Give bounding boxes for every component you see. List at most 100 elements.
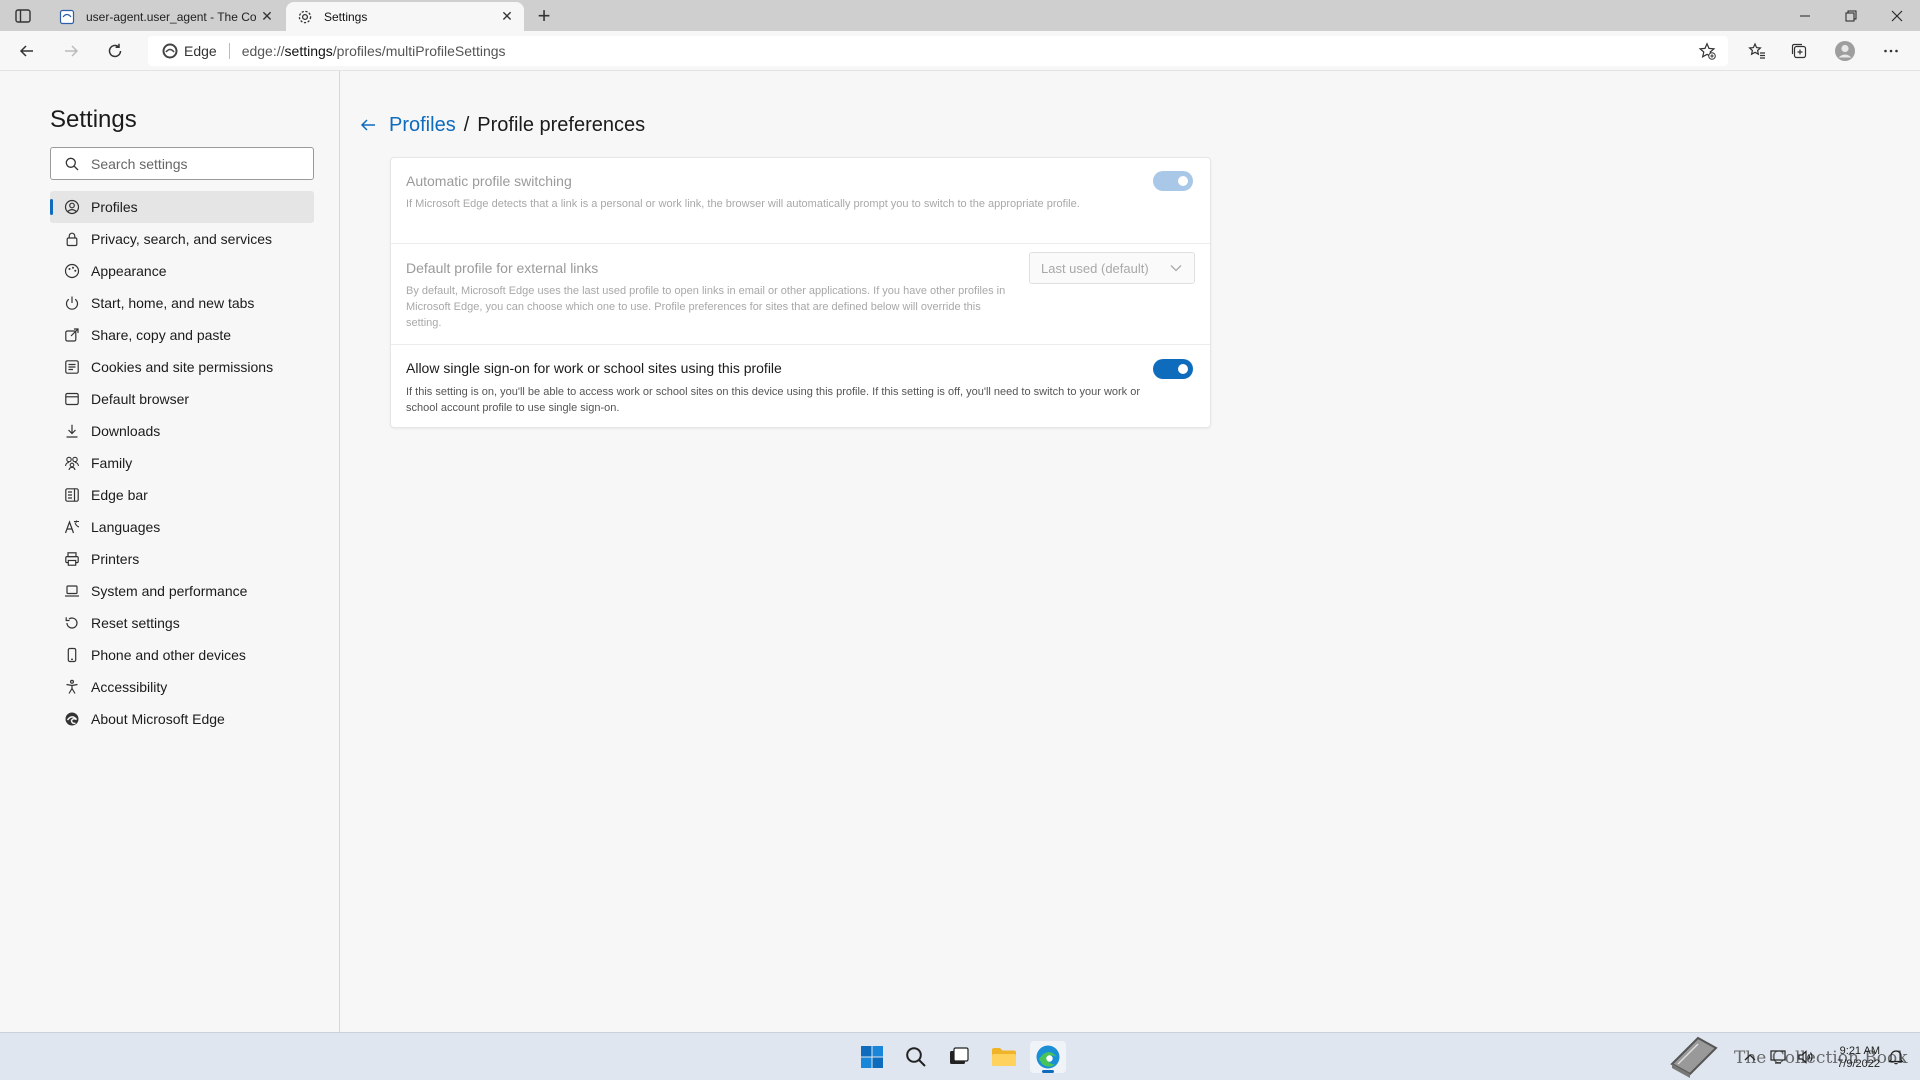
share-icon (63, 326, 81, 344)
url-prefix: edge:// (241, 43, 285, 59)
browser-toolbar: Edge edge://settings/profiles/multiProfi… (0, 31, 1920, 71)
tab-actions-icon[interactable] (14, 7, 32, 25)
search-icon[interactable] (898, 1041, 934, 1073)
sidebar-item-privacy[interactable]: Privacy, search, and services (50, 223, 314, 255)
sidebar-item-label: Languages (91, 519, 161, 535)
sidebar-nav: Profiles Privacy, search, and services A… (50, 191, 314, 735)
sidebar-item-label: Profiles (91, 199, 138, 215)
site-identity[interactable]: Edge (162, 43, 217, 59)
settings-card: Automatic profile switching If Microsoft… (390, 157, 1211, 428)
setting-description: If Microsoft Edge detects that a link is… (406, 198, 1080, 210)
laptop-icon (63, 582, 81, 600)
back-button[interactable] (12, 37, 42, 65)
favorites-icon[interactable] (1742, 37, 1772, 65)
url-path: /profiles/multiProfileSettings (332, 43, 506, 59)
download-icon (63, 422, 81, 440)
sidebar-item-appearance[interactable]: Appearance (50, 255, 314, 287)
sidebar-item-label: Start, home, and new tabs (91, 295, 255, 311)
sidebar-item-family[interactable]: Family (50, 447, 314, 479)
permissions-icon (63, 358, 81, 376)
reset-icon (63, 614, 81, 632)
minimize-button[interactable] (1782, 0, 1828, 31)
file-explorer-icon[interactable] (986, 1041, 1022, 1073)
sidebar-item-label: Cookies and site permissions (91, 359, 274, 375)
close-window-button[interactable] (1874, 0, 1920, 31)
search-input[interactable]: Search settings (50, 147, 314, 180)
default-profile-dropdown[interactable]: Last used (default) (1029, 252, 1195, 284)
automatic-switching-toggle[interactable] (1153, 171, 1193, 191)
add-favorite-icon[interactable] (1698, 42, 1716, 60)
refresh-button[interactable] (100, 37, 130, 65)
restore-button[interactable] (1828, 0, 1874, 31)
back-arrow-icon[interactable] (357, 114, 379, 136)
browser-icon (63, 390, 81, 408)
start-icon[interactable] (854, 1041, 890, 1073)
tab-title: user-agent.user_agent - The Coll (86, 9, 256, 24)
sidebar-item-default-browser[interactable]: Default browser (50, 383, 314, 415)
more-options-icon[interactable] (1876, 37, 1906, 65)
sidebar-item-system[interactable]: System and performance (50, 575, 314, 607)
sidebar-item-profiles[interactable]: Profiles (50, 191, 314, 223)
edge-logo-icon (162, 43, 178, 59)
languages-icon (63, 518, 81, 536)
family-icon (63, 454, 81, 472)
sidebar-item-label: Share, copy and paste (91, 327, 232, 343)
breadcrumb: Profiles / Profile preferences (357, 110, 645, 140)
sidebar-item-edge-bar[interactable]: Edge bar (50, 479, 314, 511)
dropdown-value: Last used (default) (1041, 260, 1149, 276)
sidebar-item-label: Appearance (91, 263, 167, 279)
chevron-down-icon (1170, 264, 1182, 272)
sidebar-item-label: Phone and other devices (91, 647, 246, 663)
edge-taskbar-icon[interactable] (1030, 1041, 1066, 1073)
clock[interactable]: 9:21 AM 7/9/2022 (1826, 1045, 1880, 1071)
sidebar-item-downloads[interactable]: Downloads (50, 415, 314, 447)
sidebar-item-start-home[interactable]: Start, home, and new tabs (50, 287, 314, 319)
close-tab-icon[interactable]: ✕ (496, 6, 518, 28)
single-sign-on-toggle[interactable] (1153, 359, 1193, 379)
close-tab-icon[interactable]: ✕ (256, 6, 278, 28)
gear-icon (296, 8, 314, 26)
profile-avatar[interactable] (1830, 37, 1860, 65)
network-icon[interactable] (1770, 1050, 1786, 1064)
search-icon (65, 157, 79, 171)
sidebar-item-reset[interactable]: Reset settings (50, 607, 314, 639)
sidebar-item-label: Reset settings (91, 615, 180, 631)
tab-settings[interactable]: Settings ✕ (286, 2, 524, 31)
setting-description: If this setting is on, you'll be able to… (406, 386, 1141, 414)
sidebar-item-label: System and performance (91, 583, 248, 599)
sidebar-item-cookies[interactable]: Cookies and site permissions (50, 351, 314, 383)
sidebar-item-share[interactable]: Share, copy and paste (50, 319, 314, 351)
forward-button[interactable] (56, 37, 86, 65)
chevron-up-icon[interactable] (1744, 1053, 1756, 1061)
sidebar-item-languages[interactable]: Languages (50, 511, 314, 543)
sidebar-item-phone[interactable]: Phone and other devices (50, 639, 314, 671)
breadcrumb-separator: / (463, 113, 470, 136)
tab-strip: user-agent.user_agent - The Coll ✕ Setti… (0, 0, 1920, 31)
sidebar-item-printers[interactable]: Printers (50, 543, 314, 575)
setting-default-profile-external-links: Default profile for external links By de… (391, 243, 1210, 344)
sidebar-title: Settings (50, 106, 137, 133)
volume-icon[interactable] (1798, 1050, 1814, 1064)
book-icon (1668, 1034, 1720, 1080)
url-text[interactable]: edge://settings/profiles/multiProfileSet… (242, 43, 506, 59)
address-bar[interactable]: Edge edge://settings/profiles/multiProfi… (148, 36, 1728, 66)
new-tab-button[interactable]: + (532, 3, 556, 28)
breadcrumb-profiles-link[interactable]: Profiles (389, 114, 456, 137)
appearance-icon (63, 262, 81, 280)
profile-icon (63, 198, 81, 216)
printer-icon (63, 550, 81, 568)
setting-title: Default profile for external links (406, 260, 599, 276)
sidebar-item-label: Downloads (91, 423, 161, 439)
sidebar-item-label: Family (91, 455, 133, 471)
sidebar-item-accessibility[interactable]: Accessibility (50, 671, 314, 703)
sidebar-item-about[interactable]: About Microsoft Edge (50, 703, 314, 735)
tab-user-agent[interactable]: user-agent.user_agent - The Coll ✕ (48, 2, 284, 31)
search-placeholder: Search settings (91, 155, 188, 172)
divider (228, 43, 230, 59)
url-host: settings (284, 43, 333, 59)
clock-date: 7/9/2022 (1837, 1058, 1880, 1070)
task-view-icon[interactable] (941, 1041, 977, 1073)
taskbar: The Collection Book 9:21 AM 7/9/2022 (0, 1032, 1920, 1080)
notification-icon[interactable] (1888, 1049, 1904, 1065)
collections-icon[interactable] (1784, 37, 1814, 65)
